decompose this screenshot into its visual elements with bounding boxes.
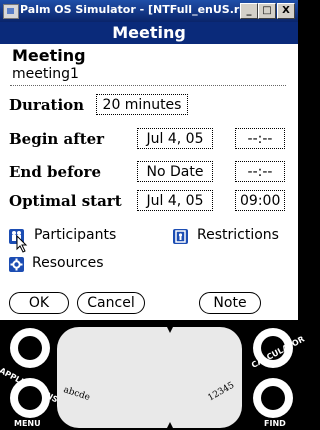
find-label: FIND bbox=[264, 419, 286, 428]
cancel-button[interactable]: Cancel bbox=[77, 292, 145, 314]
form-title: Meeting bbox=[0, 22, 298, 44]
applications-icon bbox=[18, 336, 42, 360]
meeting-name-field[interactable]: meeting1 bbox=[12, 66, 79, 82]
minimize-button[interactable]: _ bbox=[240, 3, 258, 19]
begin-after-label: Begin after bbox=[9, 130, 105, 148]
duration-label: Duration bbox=[9, 96, 85, 114]
note-button[interactable]: Note bbox=[199, 292, 261, 314]
duration-selector[interactable]: 20 minutes bbox=[96, 94, 188, 115]
close-button[interactable]: X bbox=[277, 3, 295, 19]
begin-time-selector[interactable]: --:-- bbox=[235, 128, 285, 149]
participants-label: Participants bbox=[34, 227, 117, 243]
graffiti-alpha-label: abcde bbox=[62, 385, 92, 403]
end-before-label: End before bbox=[9, 163, 101, 181]
meeting-label: Meeting bbox=[12, 46, 86, 65]
applications-button[interactable] bbox=[10, 328, 50, 368]
silkscreen-area: APPLICATIONS MENU abcde 12345 CALCULATOR… bbox=[0, 320, 306, 430]
graffiti-divider-bottom bbox=[167, 422, 173, 428]
optimal-date-selector[interactable]: Jul 4, 05 bbox=[137, 190, 213, 211]
optimal-start-label: Optimal start bbox=[9, 192, 122, 210]
mouse-cursor-icon bbox=[16, 235, 28, 253]
end-time-selector[interactable]: --:-- bbox=[235, 161, 285, 182]
restrictions-label: Restrictions bbox=[197, 227, 279, 243]
maximize-button[interactable]: □ bbox=[258, 3, 276, 19]
menu-icon bbox=[18, 386, 42, 410]
app-icon[interactable] bbox=[3, 4, 19, 19]
restrictions-icon bbox=[173, 229, 188, 244]
graffiti-area[interactable]: abcde 12345 bbox=[57, 327, 242, 428]
restrictions-button[interactable]: Restrictions bbox=[173, 227, 293, 247]
graffiti-num-label: 12345 bbox=[206, 380, 237, 404]
resources-icon bbox=[9, 257, 24, 272]
end-date-selector[interactable]: No Date bbox=[137, 161, 213, 182]
optimal-time-selector[interactable]: 09:00 bbox=[235, 190, 285, 211]
participants-button[interactable]: Participants bbox=[9, 227, 149, 247]
menu-label: MENU bbox=[14, 419, 41, 428]
ok-button[interactable]: OK bbox=[9, 292, 69, 314]
window-title: Palm OS Simulator - [NTFull_enUS.rom] bbox=[20, 3, 264, 16]
graffiti-divider-top bbox=[167, 327, 173, 333]
menu-button[interactable] bbox=[10, 378, 50, 418]
find-icon bbox=[261, 386, 285, 410]
window-title-bar[interactable]: Palm OS Simulator - [NTFull_enUS.rom] _ … bbox=[0, 0, 298, 22]
resources-button[interactable]: Resources bbox=[9, 255, 129, 275]
find-button[interactable] bbox=[253, 378, 293, 418]
begin-date-selector[interactable]: Jul 4, 05 bbox=[137, 128, 213, 149]
palm-screen: Meeting Meeting meeting1 Duration 20 min… bbox=[0, 22, 298, 320]
resources-label: Resources bbox=[32, 255, 104, 271]
meeting-name-underline bbox=[10, 85, 286, 86]
